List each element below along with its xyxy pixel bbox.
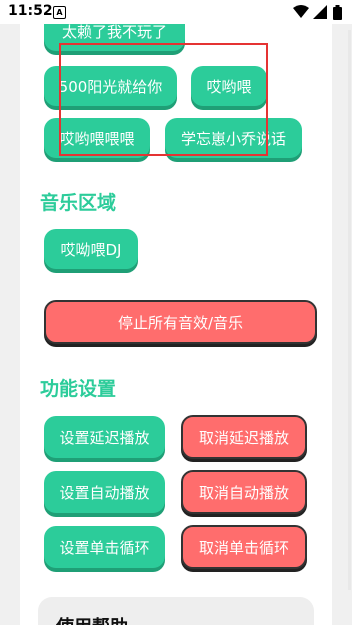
signal-icon — [313, 5, 327, 19]
stop-all-button[interactable]: 停止所有音效/音乐 — [44, 300, 317, 344]
sound-button-tailai[interactable]: 太赖了我不玩了 — [44, 24, 185, 51]
cancel-loop-button[interactable]: 取消单击循环 — [181, 525, 307, 569]
music-section-title: 音乐区域 — [40, 192, 117, 214]
notification-icon: A — [53, 6, 66, 19]
battery-icon — [333, 5, 342, 20]
scrollbar[interactable] — [348, 30, 351, 590]
cancel-auto-button[interactable]: 取消自动播放 — [181, 470, 307, 514]
help-panel: 使用帮助 — [38, 597, 314, 625]
cancel-delay-button[interactable]: 取消延迟播放 — [181, 415, 307, 459]
wifi-icon — [293, 5, 309, 18]
sound-button-aiyowei-long[interactable]: 哎哟喂喂喂 — [44, 118, 150, 158]
sound-button-xiaoqiao[interactable]: 学忘崽小乔说话 — [165, 118, 302, 158]
set-delay-button[interactable]: 设置延迟播放 — [44, 416, 165, 458]
status-time: 11:52 — [8, 3, 53, 19]
set-loop-button[interactable]: 设置单击循环 — [44, 526, 165, 568]
content-card: 太赖了我不玩了 500阳光就给你 哎哟喂 哎哟喂喂喂 学忘崽小乔说话 音乐区域 … — [20, 24, 332, 625]
sound-button-500-sunshine[interactable]: 500阳光就给你 — [44, 66, 177, 106]
dj-button[interactable]: 哎呦喂DJ — [44, 229, 138, 269]
help-title: 使用帮助 — [56, 613, 128, 625]
set-auto-button[interactable]: 设置自动播放 — [44, 471, 165, 513]
settings-section-title: 功能设置 — [40, 378, 117, 400]
status-bar: 11:52 A — [0, 0, 352, 24]
sound-button-aiyowei[interactable]: 哎哟喂 — [191, 66, 267, 106]
